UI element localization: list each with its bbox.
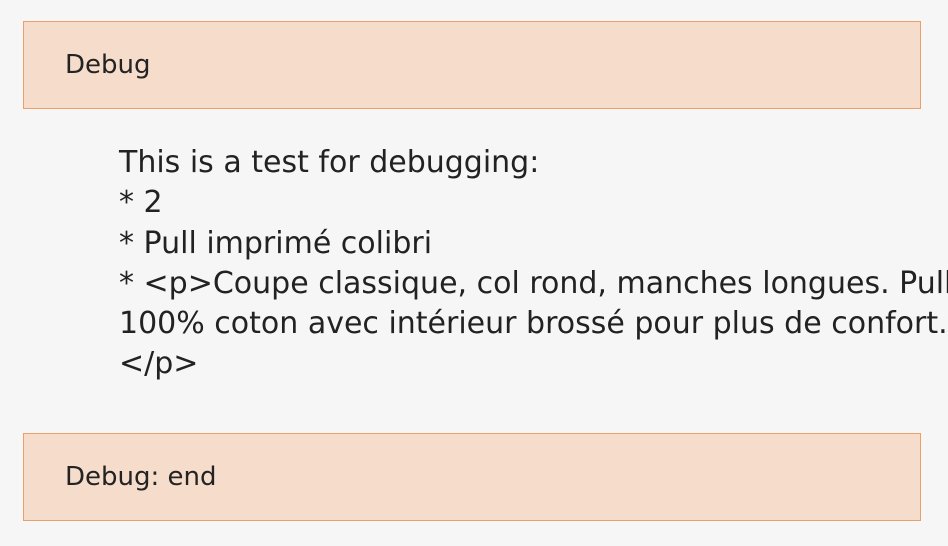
debug-line-product-name: * Pull imprimé colibri: [119, 225, 433, 261]
debug-output: This is a test for debugging: * 2 * Pull…: [119, 143, 948, 385]
debug-end-label: Debug: end: [65, 462, 217, 492]
debug-line-description-2: 100% coton avec intérieur brossé pour pl…: [119, 306, 948, 342]
debug-line-quantity: * 2: [119, 185, 163, 221]
debug-line-description-1: * <p>Coupe classique, col rond, manches …: [119, 265, 948, 301]
debug-start-banner: Debug: [23, 21, 921, 109]
debug-line-intro: This is a test for debugging:: [119, 145, 540, 180]
debug-line-description-3: </p>: [119, 346, 199, 382]
debug-end-banner: Debug: end: [23, 433, 921, 521]
debug-start-label: Debug: [65, 50, 151, 80]
